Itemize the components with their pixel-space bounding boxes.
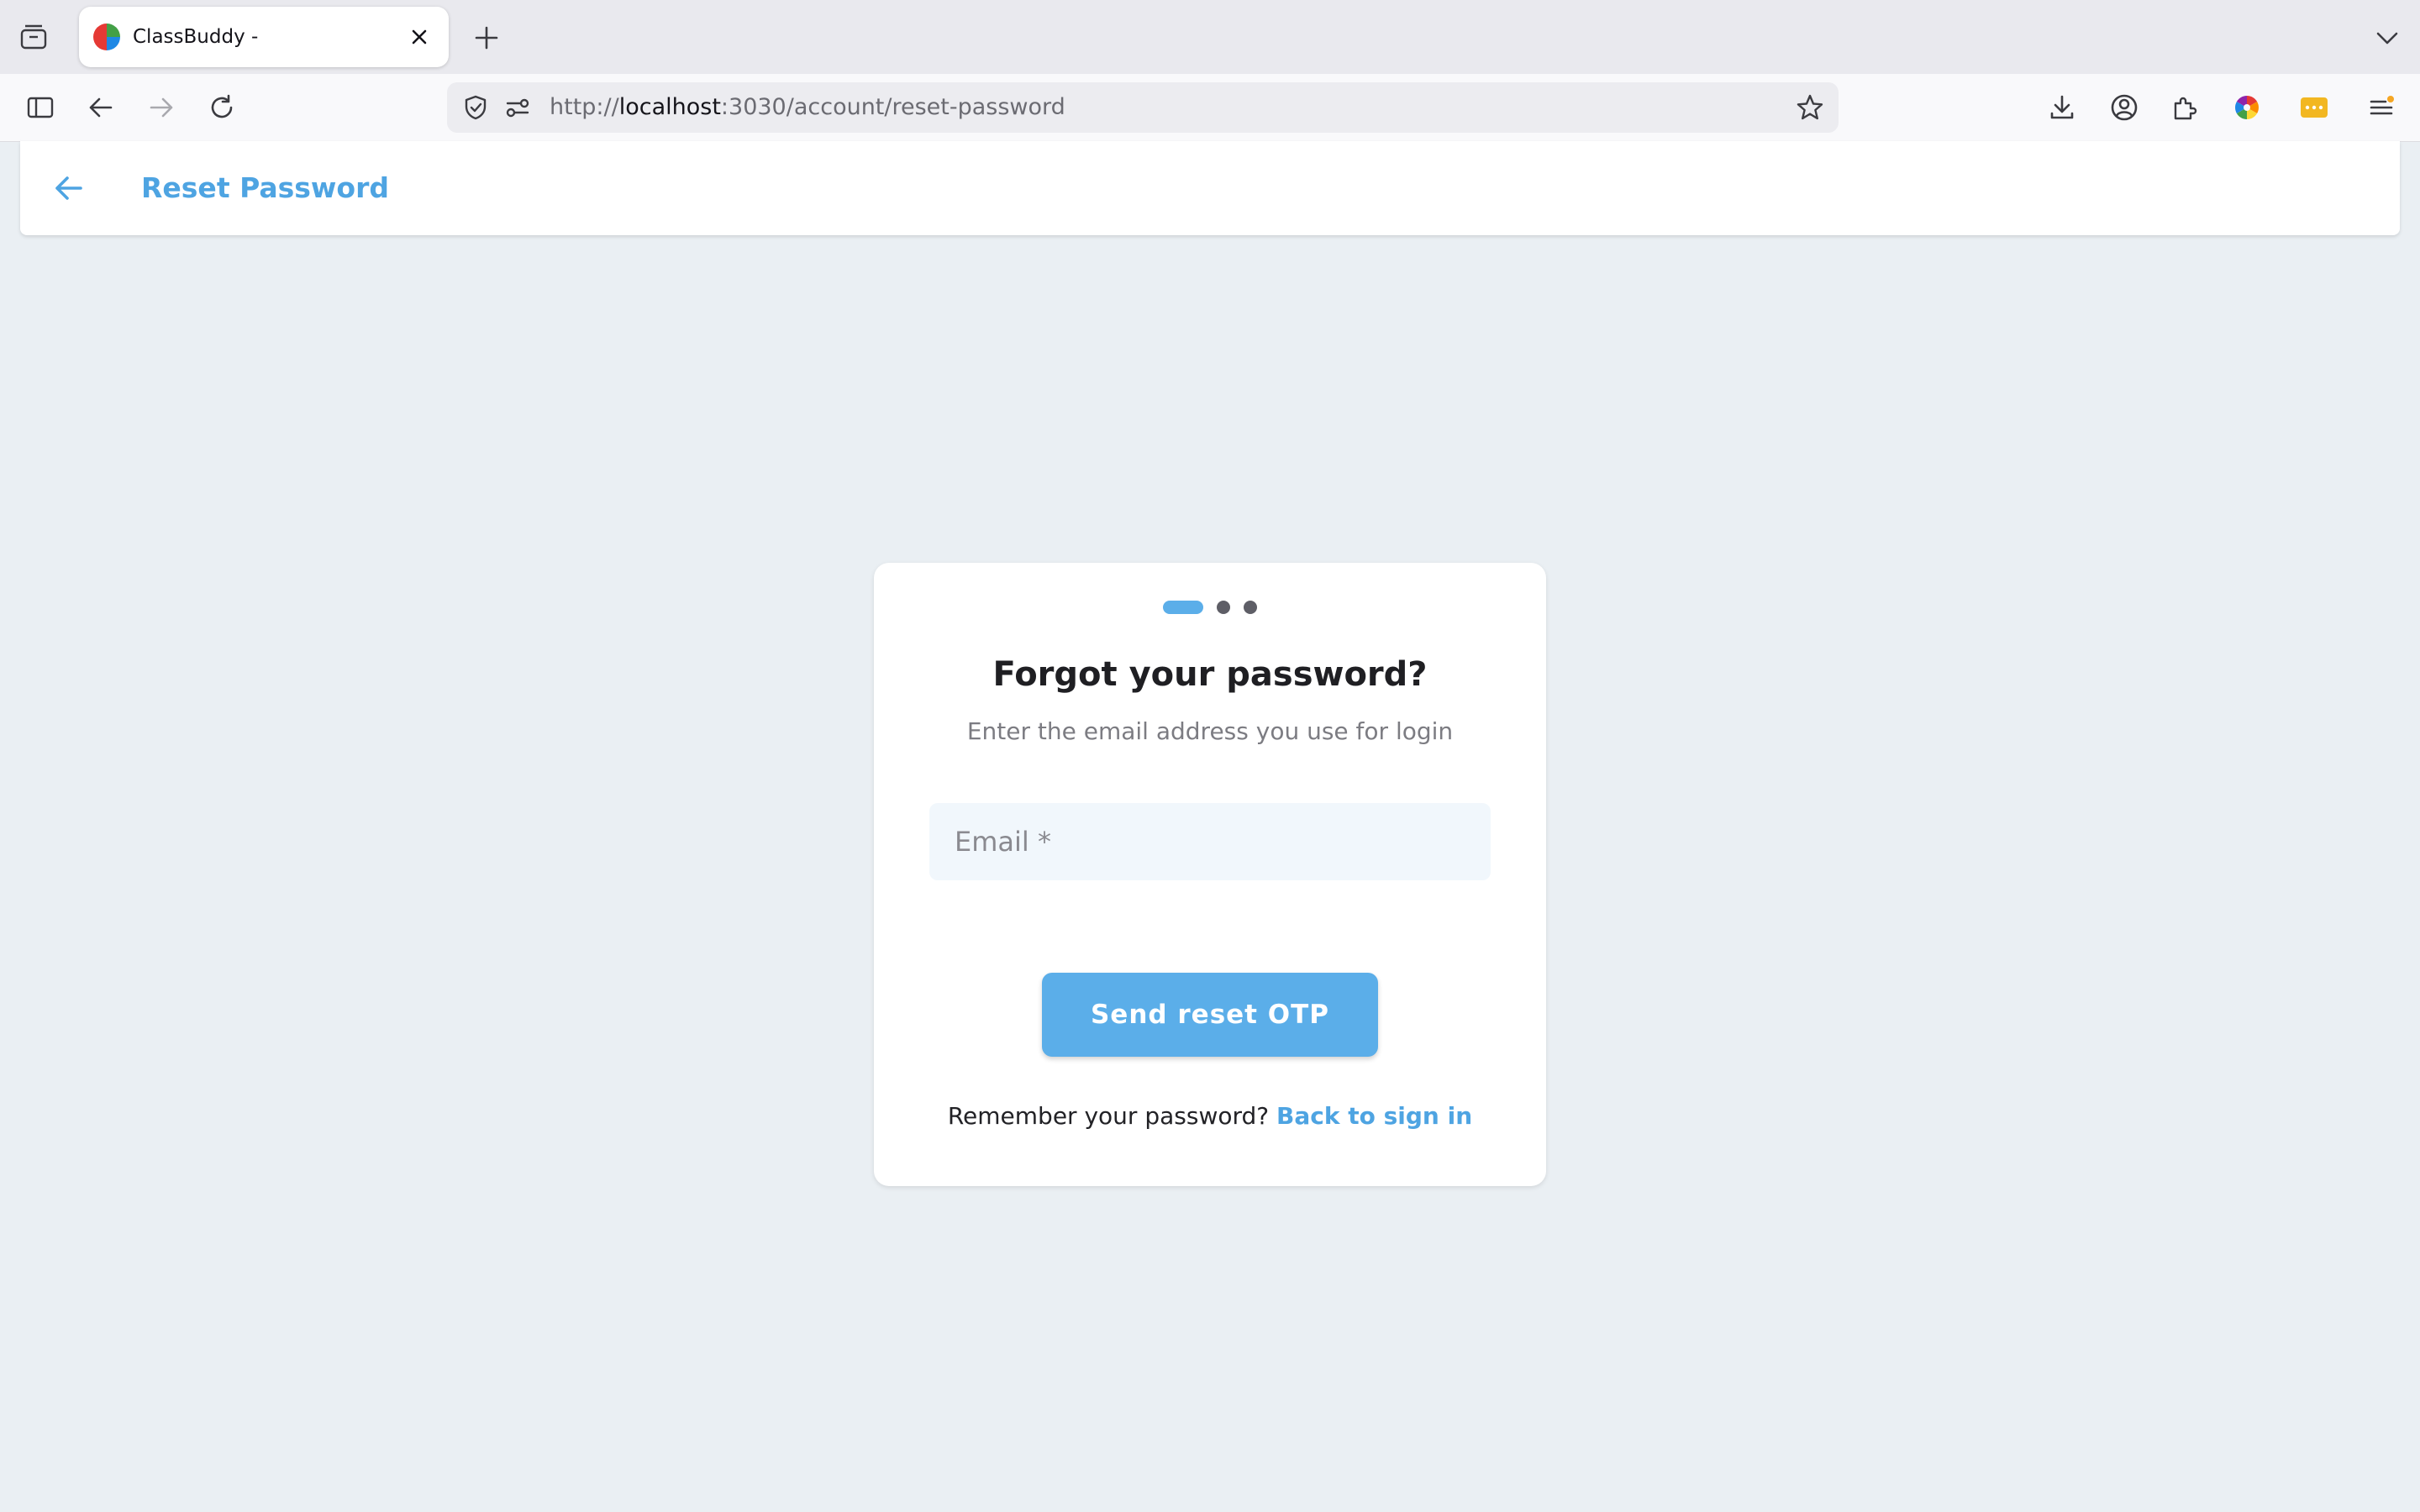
permissions-icon[interactable] — [499, 89, 536, 126]
shield-icon[interactable] — [457, 89, 494, 126]
puzzle-icon[interactable] — [2166, 89, 2203, 126]
card-subtitle: Enter the email address you use for logi… — [966, 717, 1454, 745]
email-field[interactable] — [929, 803, 1491, 880]
step-dot-2 — [1217, 601, 1230, 614]
send-reset-otp-button[interactable]: Send reset OTP — [1042, 973, 1378, 1057]
star-icon[interactable] — [1791, 89, 1828, 126]
arrow-right-icon[interactable] — [143, 89, 180, 126]
tab-title: ClassBuddy - — [133, 26, 259, 48]
step-dot-3 — [1244, 601, 1257, 614]
reload-icon[interactable] — [203, 89, 240, 126]
close-icon[interactable] — [405, 23, 434, 51]
color-wheel-icon[interactable] — [2228, 89, 2265, 126]
hamburger-menu-icon[interactable] — [2363, 89, 2400, 126]
browser-tab-active[interactable]: ClassBuddy - — [79, 7, 449, 67]
browser-navbar: http://localhost:3030/account/reset-pass… — [0, 74, 2420, 142]
sidebar-icon[interactable] — [22, 89, 59, 126]
step-dot-1-active — [1163, 601, 1203, 614]
sign-in-prompt-text: Remember your password? — [947, 1102, 1270, 1130]
password-manager-icon[interactable] — [2296, 89, 2333, 126]
url-path: :3030/account/reset-password — [720, 94, 1065, 120]
chevron-down-icon[interactable] — [2370, 20, 2405, 55]
reset-password-card: Forgot your password? Enter the email ad… — [874, 563, 1546, 1186]
url-scheme: http:// — [550, 94, 619, 120]
address-bar[interactable]: http://localhost:3030/account/reset-pass… — [447, 82, 1839, 133]
card-title: Forgot your password? — [992, 655, 1428, 694]
plus-icon[interactable] — [469, 20, 504, 55]
url-text: http://localhost:3030/account/reset-pass… — [550, 82, 1065, 133]
arrow-left-icon[interactable] — [82, 89, 119, 126]
account-icon[interactable] — [2106, 89, 2143, 126]
classbuddy-favicon — [92, 23, 121, 51]
back-button[interactable] — [45, 165, 92, 212]
browser-tabstrip: ClassBuddy - — [0, 0, 2420, 74]
url-host: localhost — [618, 94, 721, 120]
step-indicator — [874, 600, 1546, 615]
sign-in-prompt: Remember your password? Back to sign in — [874, 1102, 1546, 1130]
back-to-sign-in-link[interactable]: Back to sign in — [1276, 1102, 1472, 1130]
page-title: Reset Password — [141, 171, 389, 204]
app-header: Reset Password — [20, 141, 2400, 235]
download-icon[interactable] — [2044, 89, 2081, 126]
tab-list-icon[interactable] — [17, 20, 50, 54]
arrow-left-icon — [55, 176, 82, 200]
